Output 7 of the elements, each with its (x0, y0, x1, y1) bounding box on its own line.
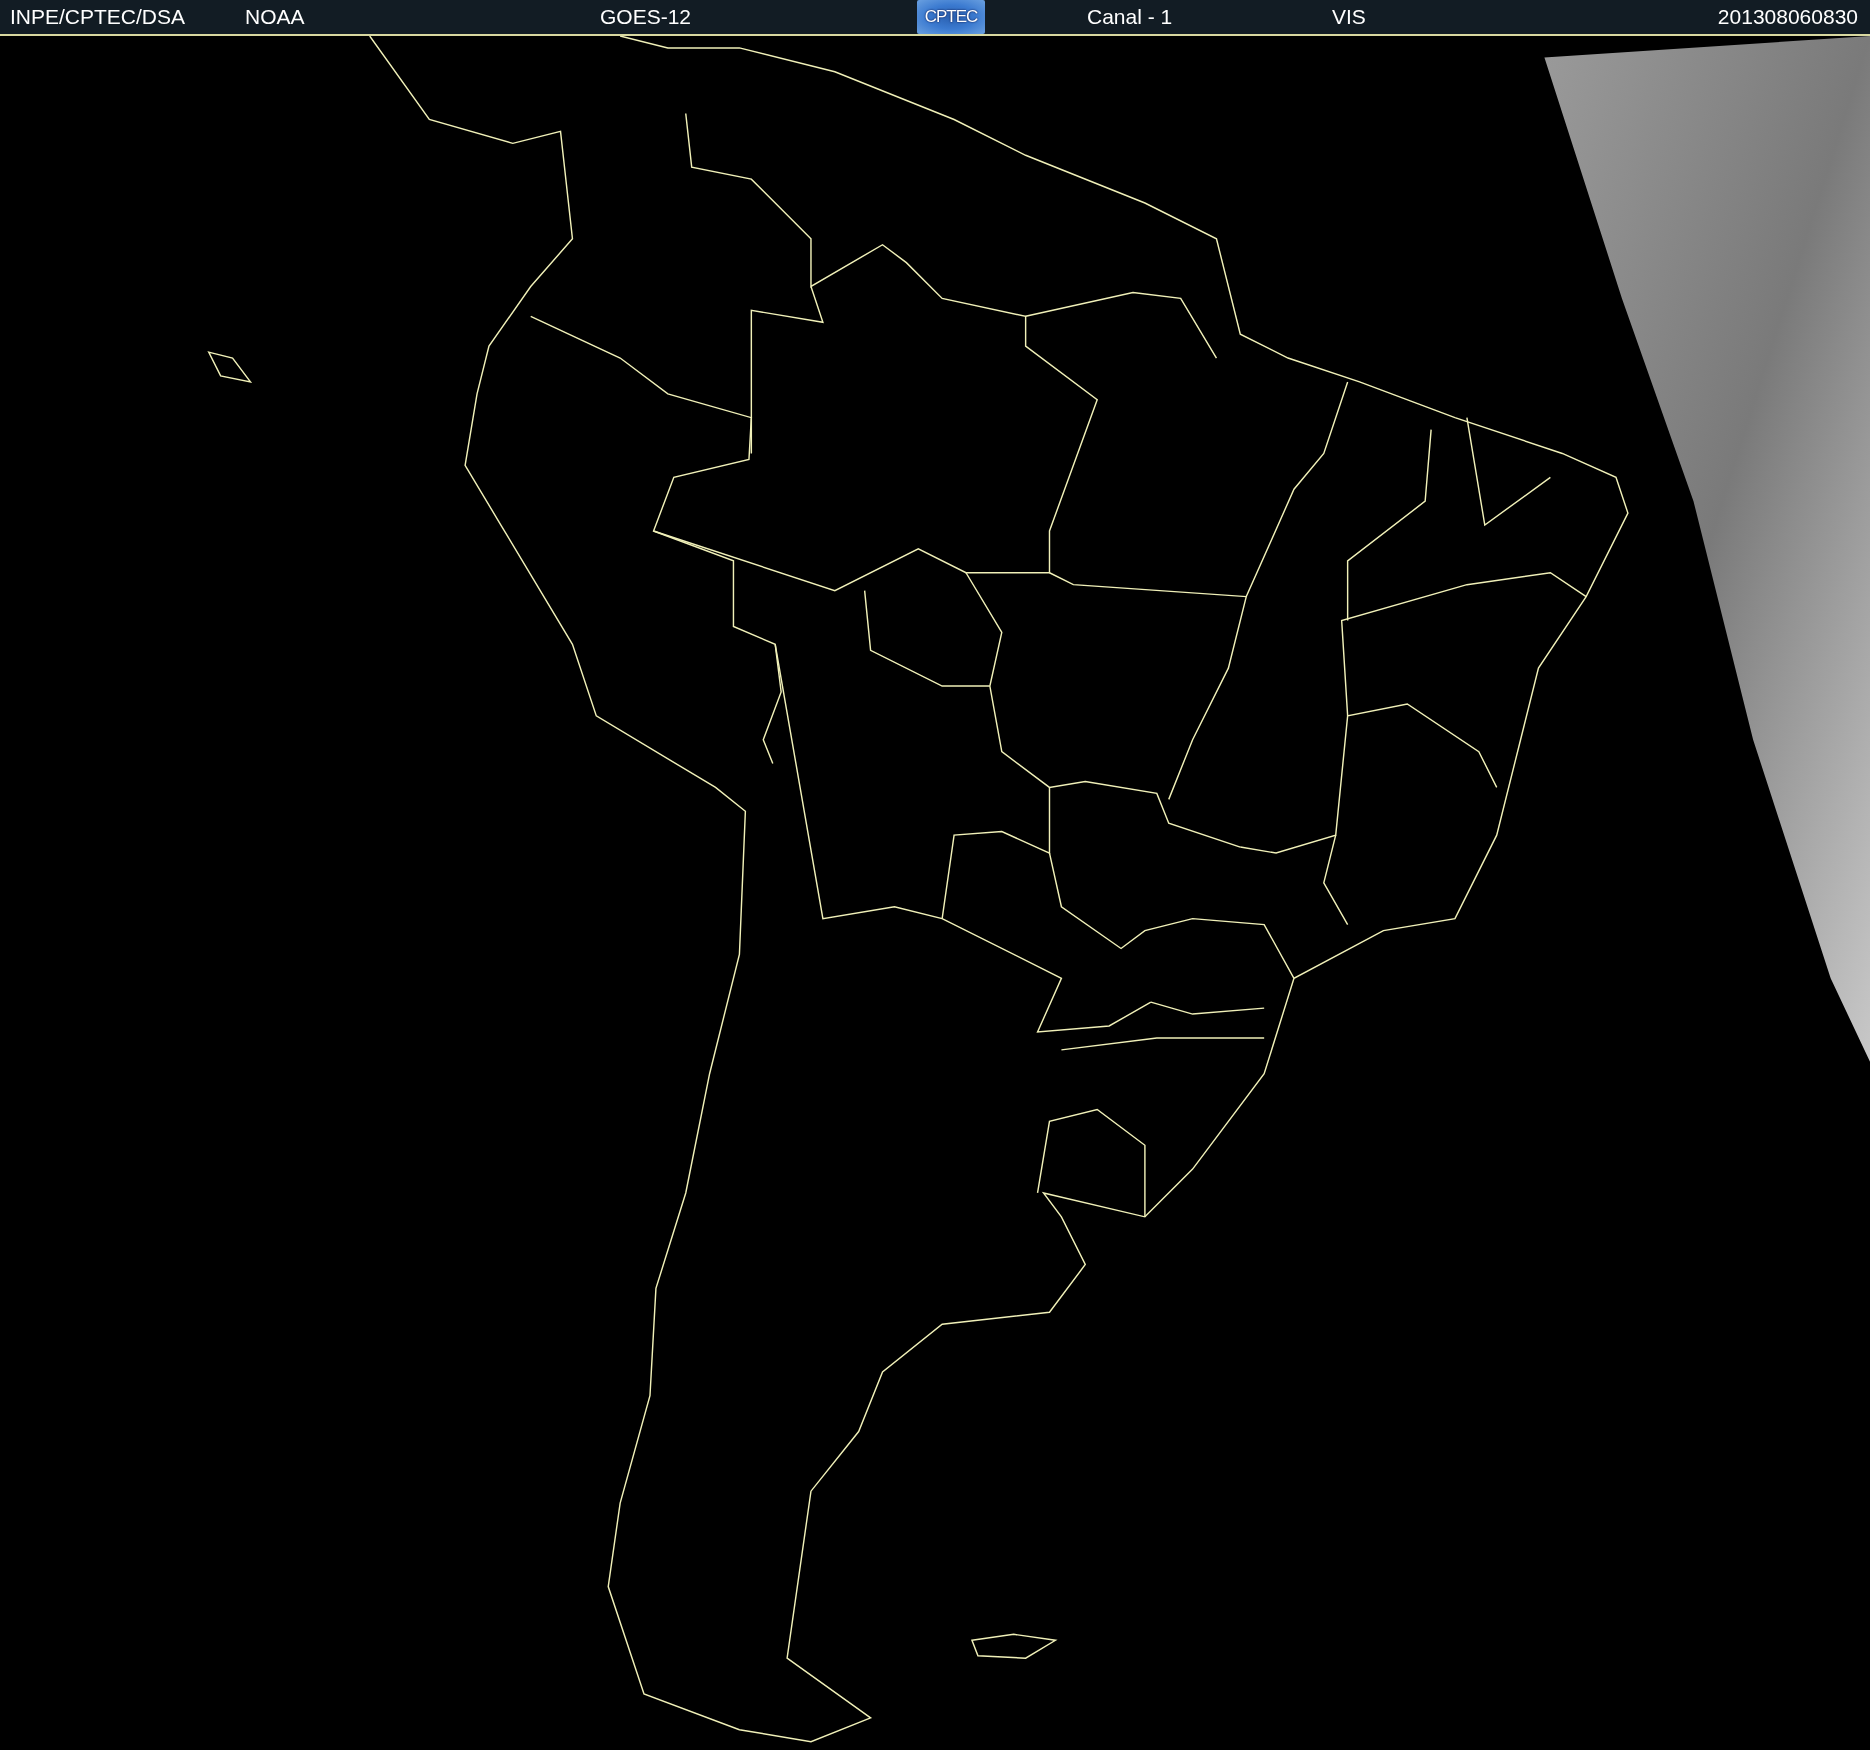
header-label: 201308060830 (1717, 5, 1858, 29)
logo: CPTEC (917, 0, 985, 34)
header-label: Canal - 1 (1087, 5, 1173, 29)
header-label: VIS (1332, 5, 1366, 29)
header-label: GOES-12 (600, 5, 692, 29)
header-label: INPE/CPTEC/DSA (10, 5, 186, 29)
header-label: NOAA (245, 5, 305, 29)
